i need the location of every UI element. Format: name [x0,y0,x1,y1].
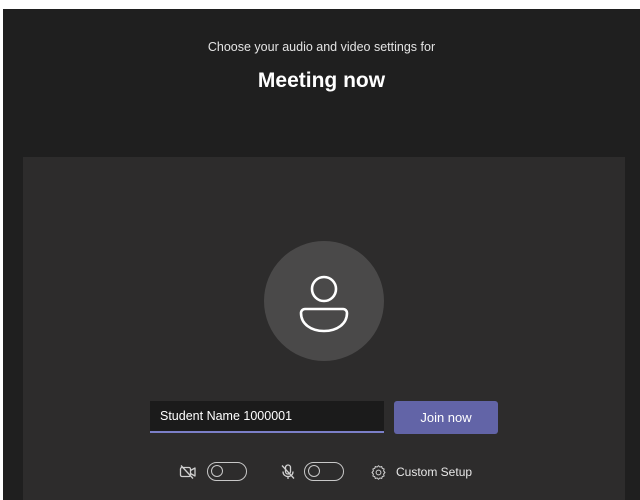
display-name-input[interactable] [150,401,384,433]
avatar [264,241,384,361]
join-now-button[interactable]: Join now [394,401,498,434]
video-preview-area: Join now [23,157,625,500]
custom-setup-button[interactable]: Custom Setup [370,460,472,484]
microphone-toggle-knob [308,465,320,477]
person-icon [299,275,349,333]
mic-off-icon[interactable] [279,464,297,480]
pre-join-window: Choose your audio and video settings for… [3,9,640,500]
settings-subtitle: Choose your audio and video settings for [207,40,436,54]
camera-toggle[interactable] [207,462,247,481]
camera-toggle-knob [211,465,223,477]
device-controls: Custom Setup [23,458,625,486]
camera-off-icon[interactable] [179,464,197,480]
custom-setup-label: Custom Setup [396,465,473,479]
meeting-title: Meeting now [257,69,386,92]
gear-icon [371,464,386,480]
microphone-toggle[interactable] [304,462,344,481]
